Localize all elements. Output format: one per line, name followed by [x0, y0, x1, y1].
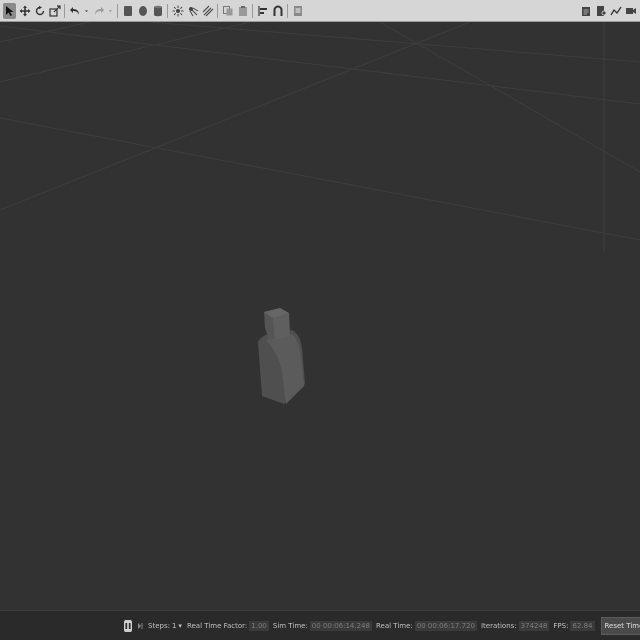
- undo-dropdown-icon[interactable]: [83, 3, 90, 19]
- step-forward-icon: [138, 622, 143, 629]
- scene-viewport[interactable]: [0, 22, 640, 610]
- fps-label: FPS:: [553, 621, 569, 630]
- snap-icon[interactable]: [271, 3, 284, 19]
- steps-label: Steps:: [148, 621, 170, 630]
- toolbar-separator: [117, 3, 118, 18]
- steps-dropdown-icon[interactable]: ▾: [178, 622, 182, 630]
- sphere-shape-icon[interactable]: [136, 3, 149, 19]
- redo-icon[interactable]: [92, 3, 105, 19]
- pause-button[interactable]: [124, 619, 132, 632]
- box-shape-icon[interactable]: [121, 3, 134, 19]
- translate-icon[interactable]: [18, 3, 31, 19]
- sim-time-label: Sim Time:: [272, 621, 308, 630]
- spot-light-icon[interactable]: [186, 3, 199, 19]
- paste-icon[interactable]: [236, 3, 249, 19]
- video-icon[interactable]: [624, 3, 637, 19]
- step-button[interactable]: [137, 621, 144, 631]
- pause-icon: [125, 622, 131, 629]
- top-toolbar: [0, 0, 640, 22]
- steps-value[interactable]: 1: [172, 622, 176, 630]
- toolbar-separator: [167, 3, 168, 18]
- scale-icon[interactable]: [48, 3, 61, 19]
- real-time-factor-label: Real Time Factor:: [186, 621, 248, 630]
- log-icon[interactable]: [579, 3, 592, 19]
- real-time-label: Real Time:: [375, 621, 413, 630]
- real-time-value: 00 00:06:17.720: [414, 620, 477, 631]
- cylinder-shape-icon[interactable]: [151, 3, 164, 19]
- toolbar-separator: [252, 3, 253, 18]
- point-light-icon[interactable]: [171, 3, 184, 19]
- rotate-icon[interactable]: [33, 3, 46, 19]
- record-icon[interactable]: [594, 3, 607, 19]
- redo-dropdown-icon[interactable]: [107, 3, 114, 19]
- directional-light-icon[interactable]: [201, 3, 214, 19]
- scene-render: [0, 22, 640, 610]
- fps-value: 62.84: [570, 620, 595, 631]
- undo-icon[interactable]: [68, 3, 81, 19]
- toolbar-separator: [217, 3, 218, 18]
- real-time-factor-value: 1.00: [249, 620, 269, 631]
- toolbar-separator: [64, 3, 65, 18]
- toolbar-right-group: [578, 3, 638, 19]
- toolbar-separator: [287, 3, 288, 18]
- iterations-label: Iterations:: [480, 621, 517, 630]
- align-icon[interactable]: [256, 3, 269, 19]
- sim-time-value: 00 00:06:14.248: [309, 620, 372, 631]
- select-arrow-icon[interactable]: [3, 2, 16, 19]
- plot-icon[interactable]: [609, 3, 622, 19]
- iterations-value: 374248: [518, 620, 550, 631]
- screenshot-icon[interactable]: [291, 3, 304, 19]
- simulation-statusbar: Steps: 1 ▾ Real Time Factor: 1.00 Sim Ti…: [0, 610, 640, 640]
- reset-time-button[interactable]: Reset Time: [600, 616, 640, 635]
- copy-icon[interactable]: [221, 3, 234, 19]
